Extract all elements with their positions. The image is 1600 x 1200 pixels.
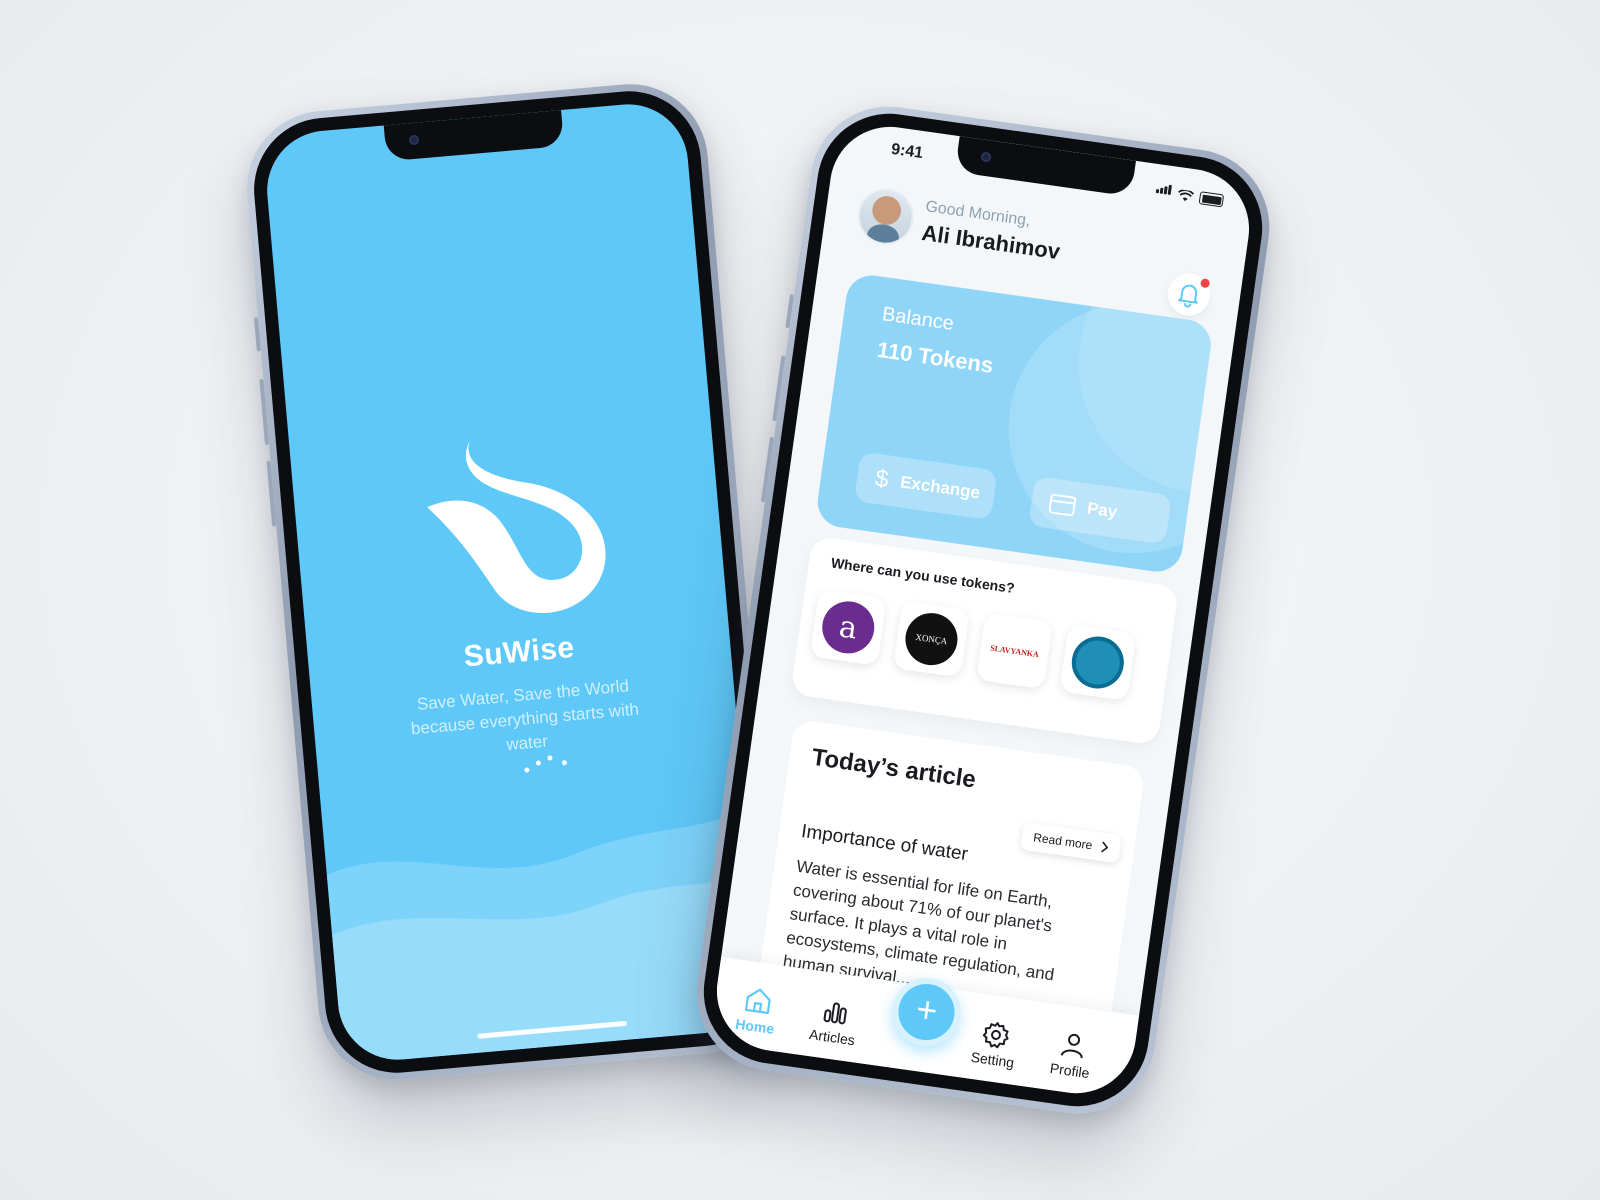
merchant-logo[interactable] (1059, 624, 1137, 701)
front-camera (980, 151, 992, 163)
wave-decoration (326, 808, 764, 1065)
read-more-button[interactable]: Read more (1019, 821, 1122, 864)
user-icon (1060, 1033, 1083, 1059)
tab-setting[interactable]: Setting (957, 1013, 1033, 1072)
app-name: SuWise (462, 630, 576, 674)
splash-screen: SuWise Save Water, Save the World becaus… (262, 99, 764, 1065)
merchants-panel: Where can you use tokens? a XONÇA SLAVYA… (790, 535, 1180, 746)
tab-label: Home (734, 1015, 776, 1037)
front-camera (408, 134, 420, 146)
pay-label: Pay (1085, 498, 1119, 522)
mute-switch (785, 294, 795, 329)
tab-label: Profile (1048, 1059, 1091, 1082)
gear-icon (982, 1022, 1009, 1049)
read-more-label: Read more (1032, 830, 1094, 853)
article-section-title: Today’s article (809, 743, 978, 794)
tab-label: Setting (969, 1048, 1016, 1071)
cellular-signal-icon (1155, 180, 1173, 200)
status-time: 9:41 (890, 140, 925, 163)
chevron-right-icon (1101, 841, 1109, 853)
battery-icon (1198, 191, 1225, 208)
tab-label: Articles (808, 1026, 856, 1049)
balance-label: Balance (880, 303, 956, 336)
merchant-logo-mark: SLAVYANKA (985, 621, 1044, 681)
user-name: Ali Ibrahimov (920, 219, 1062, 265)
volume-down-button (760, 436, 775, 503)
merchant-logo[interactable]: XONÇA (893, 600, 970, 678)
merchant-logo[interactable]: a (809, 589, 887, 666)
volume-up-button (772, 355, 786, 422)
status-icons (1155, 180, 1225, 208)
tab-home[interactable]: Home (719, 980, 795, 1039)
tab-articles[interactable]: Articles (796, 991, 872, 1050)
merchant-logo-mark: XONÇA (902, 609, 961, 669)
home-screen: 9:41 Good Morning, Ali Ibrahimov Balance… (709, 119, 1257, 1101)
exchange-label: Exchange (899, 472, 982, 503)
exchange-button[interactable]: $ Exchange (853, 451, 998, 521)
wifi-icon (1178, 189, 1195, 202)
balance-value: 110 Tokens (875, 336, 995, 378)
credit-card-icon (1048, 493, 1077, 517)
mute-switch (253, 317, 261, 352)
bar-chart-icon (823, 1002, 847, 1025)
merchant-logo-mark (1068, 633, 1128, 692)
app-tagline: Save Water, Save the World because every… (410, 676, 640, 755)
avatar[interactable] (854, 185, 918, 249)
dollar-icon: $ (873, 464, 891, 494)
merchant-logo[interactable]: SLAVYANKA (976, 612, 1054, 690)
home-phone: 9:41 Good Morning, Ali Ibrahimov Balance… (686, 96, 1280, 1124)
volume-up-button (259, 378, 270, 446)
volume-down-button (266, 460, 277, 527)
merchants-title: Where can you use tokens? (830, 554, 1016, 597)
water-drop-logo-icon (427, 441, 606, 614)
home-icon (744, 988, 771, 1015)
merchant-logo-mark: a (818, 598, 878, 657)
balance-card: Balance 110 Tokens $ Exchange Pay (814, 272, 1215, 575)
tab-profile[interactable]: Profile (1034, 1024, 1110, 1083)
notification-button[interactable] (1165, 270, 1213, 319)
loading-indicator (523, 751, 575, 775)
